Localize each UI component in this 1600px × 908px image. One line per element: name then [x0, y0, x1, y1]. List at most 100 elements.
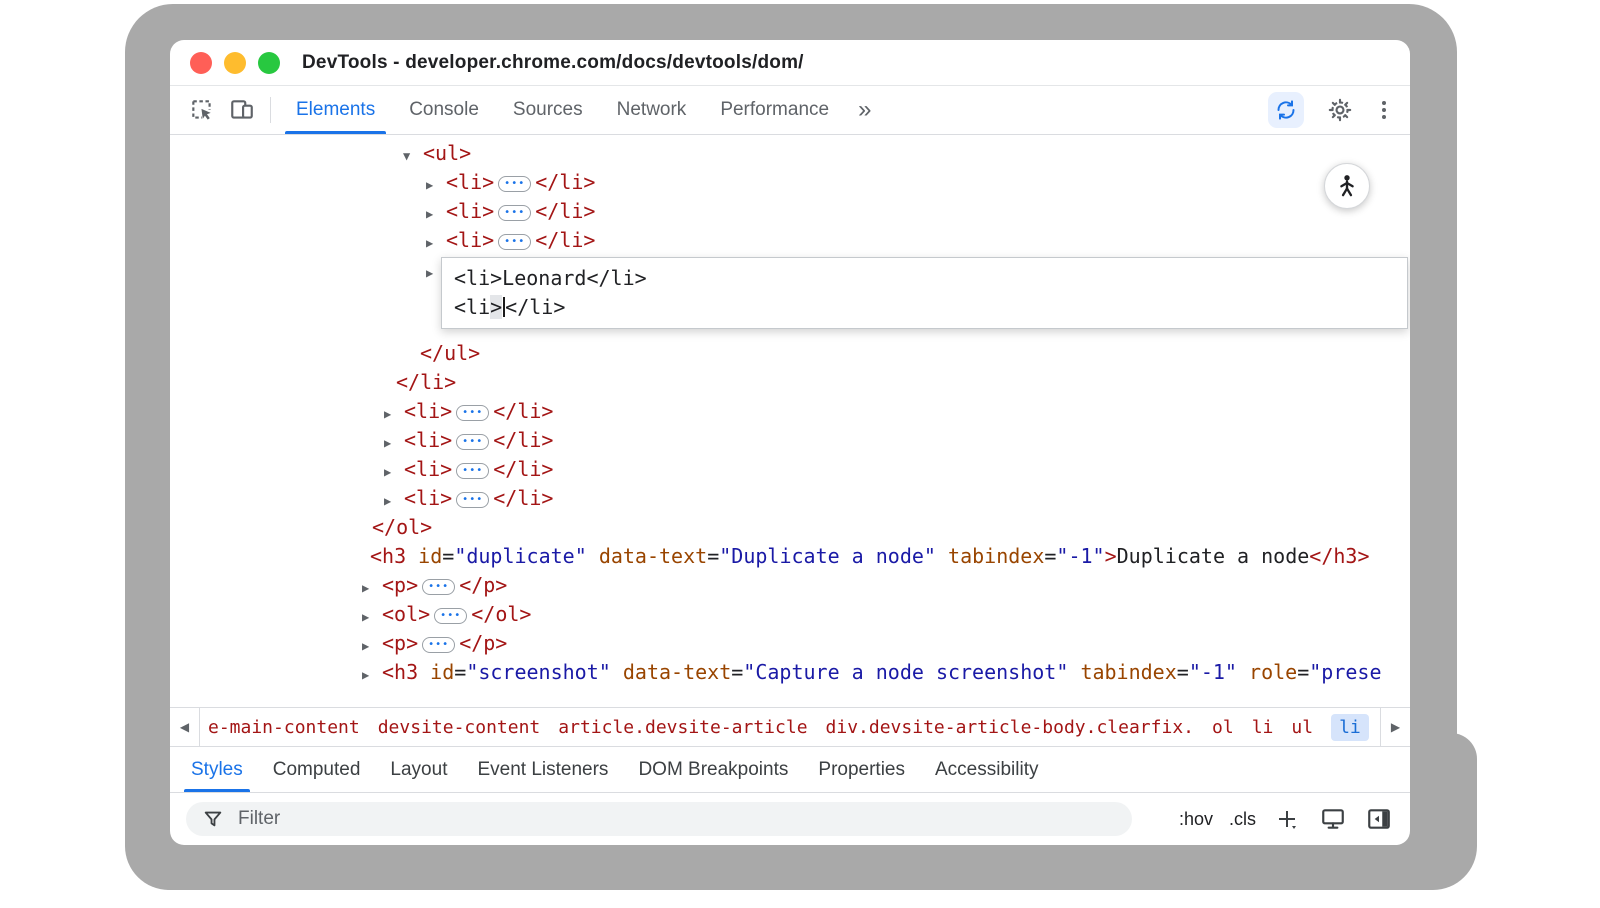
token-attr: tabindex	[1080, 660, 1176, 684]
accessibility-person-icon[interactable]	[1324, 163, 1370, 209]
titlebar: DevTools - developer.chrome.com/docs/dev…	[170, 40, 1410, 86]
device-toolbar-icon[interactable]	[222, 92, 262, 128]
inspect-element-icon[interactable]	[182, 92, 222, 128]
tab-performance[interactable]: Performance	[703, 86, 846, 134]
token-tag: <li>	[446, 199, 494, 223]
inline-expand-button[interactable]: •••	[456, 434, 489, 450]
filter-input[interactable]: Filter	[186, 802, 1132, 836]
edit-line-2: <li></li>	[454, 293, 1395, 322]
expand-arrow-icon[interactable]: ▶	[384, 400, 404, 429]
dom-tree-row[interactable]: ▶<li>•••</li>	[170, 455, 1410, 484]
sync-refresh-icon[interactable]	[1268, 92, 1304, 128]
styles-filter-bar: Filter :hov .cls	[170, 793, 1410, 845]
dom-tree-row[interactable]: <h3 id="duplicate" data-text="Duplicate …	[170, 542, 1410, 571]
tab-computed[interactable]: Computed	[258, 747, 376, 792]
token-val: "prese	[1309, 660, 1381, 684]
expand-arrow-icon[interactable]: ▶	[362, 574, 382, 603]
breadcrumb-item[interactable]: li	[1252, 717, 1274, 738]
dom-tree-row[interactable]: ▶<p>•••</p>	[170, 571, 1410, 600]
breadcrumb-item[interactable]: devsite-content	[378, 717, 541, 738]
rendering-monitor-icon[interactable]	[1318, 804, 1348, 834]
breadcrumb-scroll-right-icon[interactable]: ▶	[1380, 708, 1410, 746]
tab-event-listeners[interactable]: Event Listeners	[462, 747, 623, 792]
edit-line-1: <li>Leonard</li>	[454, 264, 1395, 293]
expand-arrow-icon[interactable]: ▶	[426, 229, 446, 258]
tab-sources[interactable]: Sources	[496, 86, 600, 134]
breadcrumb-scroll-left-icon[interactable]: ◀	[170, 708, 200, 746]
token-tag: </li>	[493, 486, 553, 510]
inline-expand-button[interactable]: •••	[422, 579, 455, 595]
tab-accessibility[interactable]: Accessibility	[920, 747, 1053, 792]
new-style-rule-plus-icon[interactable]	[1272, 804, 1302, 834]
dom-tree-row[interactable]: ▶<h3 id="screenshot" data-text="Capture …	[170, 658, 1410, 687]
inline-expand-button[interactable]: •••	[456, 463, 489, 479]
token-attr: data-text	[623, 660, 731, 684]
token-tag: <li>	[446, 228, 494, 252]
tab-layout[interactable]: Layout	[375, 747, 462, 792]
zoom-window-button[interactable]	[258, 52, 280, 74]
tab-elements[interactable]: Elements	[279, 86, 392, 134]
expand-arrow-icon[interactable]: ▶	[362, 632, 382, 661]
tab-styles[interactable]: Styles	[176, 747, 258, 792]
breadcrumb-item[interactable]: e-main-content	[208, 717, 360, 738]
expand-arrow-icon[interactable]: ▶	[384, 487, 404, 516]
tab-network[interactable]: Network	[600, 86, 704, 134]
inline-expand-button[interactable]: •••	[498, 205, 531, 221]
collapse-arrow-icon[interactable]: ▼	[403, 142, 423, 171]
expand-arrow-icon[interactable]: ▶	[426, 200, 446, 229]
dom-tree-row[interactable]: ▶<li>•••</li>	[170, 197, 1410, 226]
breadcrumb-item[interactable]: div.devsite-article-body.clearfix.	[826, 717, 1194, 738]
edit-as-html-box[interactable]: <li>Leonard</li><li></li>	[441, 257, 1408, 329]
expand-arrow-icon[interactable]: ▶	[362, 661, 382, 690]
tab-console[interactable]: Console	[392, 86, 496, 134]
expand-arrow-icon[interactable]: ▶	[362, 603, 382, 632]
breadcrumb-item[interactable]: ol	[1212, 717, 1234, 738]
window-title: DevTools - developer.chrome.com/docs/dev…	[302, 52, 804, 74]
inline-expand-button[interactable]: •••	[498, 176, 531, 192]
dom-tree-row[interactable]: ▶<li>•••</li>	[170, 484, 1410, 513]
dom-tree-row[interactable]: </ul>	[170, 339, 1410, 368]
toggle-element-state-button[interactable]: :hov	[1179, 809, 1213, 830]
more-tabs-chevron-icon[interactable]: »	[846, 86, 883, 134]
element-classes-button[interactable]: .cls	[1229, 809, 1256, 830]
tab-dom-breakpoints[interactable]: DOM Breakpoints	[623, 747, 803, 792]
dom-tree-row[interactable]: </li>	[170, 368, 1410, 397]
tab-properties[interactable]: Properties	[803, 747, 920, 792]
expand-arrow-icon[interactable]: ▶	[384, 458, 404, 487]
dock-sidebar-icon[interactable]	[1364, 804, 1394, 834]
minimize-window-button[interactable]	[224, 52, 246, 74]
sidebar-panel-tabs: StylesComputedLayoutEvent ListenersDOM B…	[170, 747, 1410, 793]
dom-edit-row[interactable]: ▶<li>Leonard</li><li></li>	[170, 255, 1410, 339]
dom-tree-row[interactable]: </ol>	[170, 513, 1410, 542]
token-plain	[418, 660, 430, 684]
expand-arrow-icon[interactable]: ▶	[384, 429, 404, 458]
token-plain	[1068, 660, 1080, 684]
token-tag: </ol>	[372, 515, 432, 539]
token-attr: tabindex	[948, 544, 1044, 568]
breadcrumb-item[interactable]: article.devsite-article	[558, 717, 807, 738]
breadcrumb-item[interactable]: ul	[1291, 717, 1313, 738]
settings-gear-icon[interactable]	[1320, 92, 1360, 128]
dom-tree-row[interactable]: ▶<li>•••</li>	[170, 226, 1410, 255]
close-window-button[interactable]	[190, 52, 212, 74]
token-val: "Capture a node screenshot"	[743, 660, 1068, 684]
dom-tree-row[interactable]: ▶<li>•••</li>	[170, 397, 1410, 426]
dom-tree-row[interactable]: ▶<li>•••</li>	[170, 426, 1410, 455]
inline-expand-button[interactable]: •••	[456, 492, 489, 508]
breadcrumb-item[interactable]: li	[1331, 714, 1369, 741]
inline-expand-button[interactable]: •••	[422, 637, 455, 653]
dom-tree-row[interactable]: ▶<li>•••</li>	[170, 168, 1410, 197]
token-plain: =	[731, 660, 743, 684]
inline-expand-button[interactable]: •••	[498, 234, 531, 250]
kebab-menu-icon[interactable]	[1376, 95, 1392, 125]
filter-funnel-icon	[198, 804, 228, 834]
inline-expand-button[interactable]: •••	[434, 608, 467, 624]
dom-tree-row[interactable]: ▶<p>•••</p>	[170, 629, 1410, 658]
expand-arrow-icon[interactable]: ▶	[426, 171, 446, 200]
token-tag: <ul>	[423, 141, 471, 165]
token-plain: =	[1177, 660, 1189, 684]
inline-expand-button[interactable]: •••	[456, 405, 489, 421]
dom-tree-row[interactable]: ▶<ol>•••</ol>	[170, 600, 1410, 629]
token-tag: <li>	[446, 170, 494, 194]
dom-tree-row[interactable]: ▼<ul>	[170, 139, 1410, 168]
